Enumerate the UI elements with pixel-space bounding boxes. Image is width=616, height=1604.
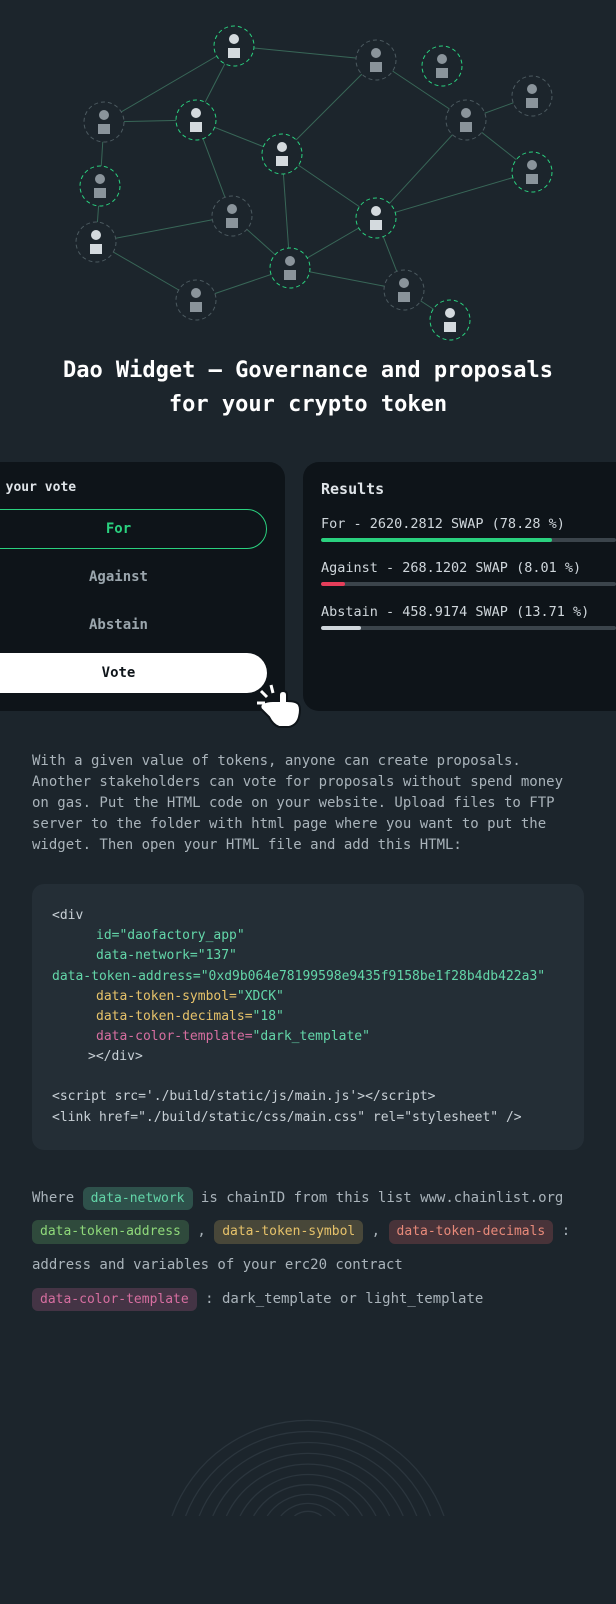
vote-button[interactable]: Vote [0, 653, 267, 693]
pill-data-token-address: data-token-address [32, 1220, 189, 1244]
result-row-against: Against - 268.1202 SWAP (8.01 %) [321, 560, 616, 586]
person-node-icon [214, 26, 254, 66]
vote-option-abstain[interactable]: Abstain [0, 605, 267, 645]
vote-panel: t your vote For Against Abstain Vote [0, 462, 285, 711]
code-block: <div id="daofactory_app" data-network="1… [32, 884, 584, 1150]
vote-option-against[interactable]: Against [0, 557, 267, 597]
pill-data-network: data-network [83, 1187, 193, 1211]
pill-data-color-template: data-color-template [32, 1288, 197, 1312]
results-title: Results [321, 480, 616, 498]
result-label: Against - 268.1202 SWAP (8.01 %) [321, 560, 616, 576]
pill-data-token-decimals: data-token-decimals [389, 1220, 554, 1244]
vote-panel-title: t your vote [0, 480, 267, 495]
pill-data-token-symbol: data-token-symbol [214, 1220, 363, 1244]
result-label: Abstain - 458.9174 SWAP (13.71 %) [321, 604, 616, 620]
explain-block: Where data-network is chainID from this … [0, 1182, 616, 1316]
result-row-abstain: Abstain - 458.9174 SWAP (13.71 %) [321, 604, 616, 630]
body-copy: With a given value of tokens, anyone can… [0, 751, 616, 856]
cursor-hand-icon [253, 679, 307, 733]
result-label: For - 2620.2812 SWAP (78.28 %) [321, 516, 616, 532]
fingerprint-graphic [0, 1346, 616, 1516]
vote-option-for[interactable]: For [0, 509, 267, 549]
page-title: Dao Widget — Governance and proposals fo… [0, 354, 616, 422]
result-row-for: For - 2620.2812 SWAP (78.28 %) [321, 516, 616, 542]
network-graphic [0, 0, 616, 350]
results-panel: Results For - 2620.2812 SWAP (78.28 %) A… [303, 462, 616, 711]
